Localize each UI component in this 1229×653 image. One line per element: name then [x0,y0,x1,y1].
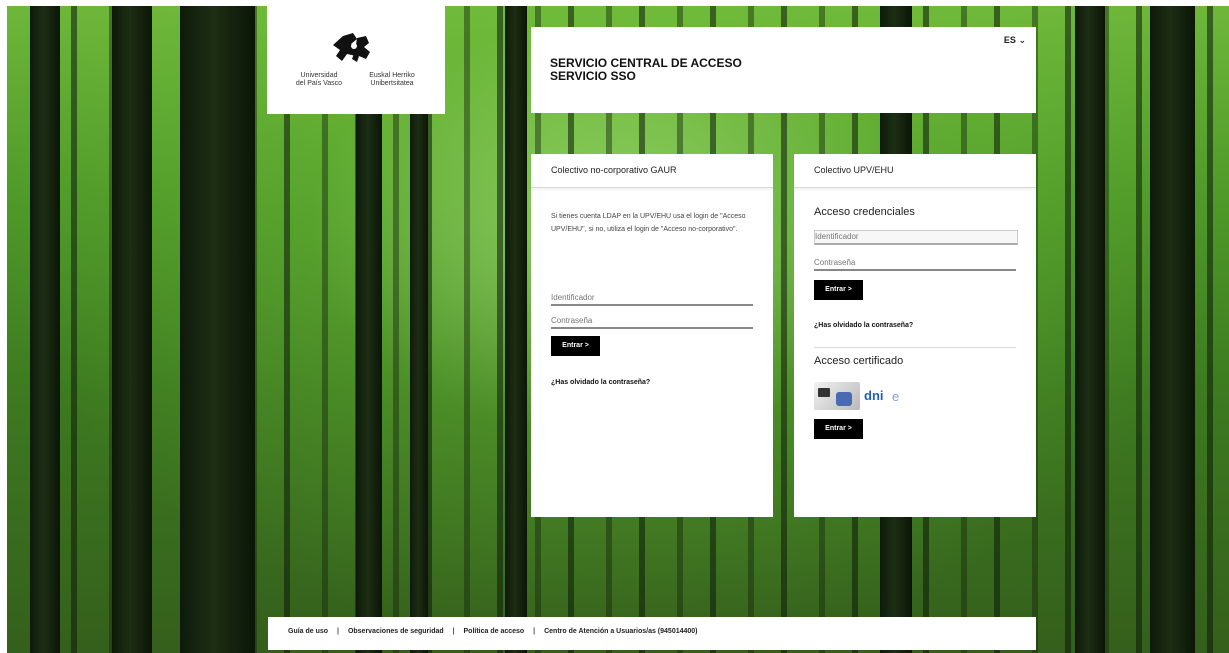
card-chip-icon [818,388,830,397]
certificate-logos: dni e [814,382,914,410]
page-frame-top [0,0,1229,6]
login-button[interactable]: Entrar > [814,280,863,300]
password-field[interactable]: Contraseña [551,315,753,329]
section-divider [814,347,1016,348]
logo-text-spanish: Universidad del País Vasco [295,72,343,87]
tree-trunk [180,0,255,653]
language-selector[interactable]: ES ⌄ [1004,35,1026,46]
card-heading: Colectivo UPV/EHU [794,154,1036,188]
footer-links: Guía de uso | Observaciones de seguridad… [288,628,698,635]
card-upv-ehu: Colectivo UPV/EHU Acceso credenciales Id… [794,154,1036,517]
certificate-title: Acceso certificado [814,355,904,367]
tree-trunk [112,0,152,653]
username-field[interactable]: Identificador [551,292,753,306]
credentials-title: Acceso credenciales [814,206,915,218]
dni-e-icon: e [892,389,900,404]
dni-logo: dni [864,388,884,403]
info-note: Si tienes cuenta LDAP en la UPV/EHU usa … [551,213,746,233]
chevron-down-icon: ⌄ [1018,35,1026,45]
footer-separator: | [533,628,536,635]
footer: Guía de uso | Observaciones de seguridad… [268,617,1036,650]
forgot-password-link[interactable]: ¿Has olvidado la contraseña? [551,379,650,386]
logo-text-basque: Euskal Herriko Unibertsitatea [369,72,415,87]
card-photo-icon [836,392,852,406]
footer-separator: | [452,628,455,635]
footer-separator: | [337,628,339,635]
password-field[interactable]: Contraseña [814,257,1016,271]
username-field[interactable]: Identificador [814,230,1018,245]
id-card-icon [814,382,860,410]
login-button[interactable]: Entrar > [551,336,600,356]
forgot-password-link[interactable]: ¿Has olvidado la contraseña? [814,322,913,329]
university-logo: Universidad del País Vasco Euskal Herriko… [267,6,445,114]
tree-trunk [1075,0,1105,653]
page-title-line2: SERVICIO SSO [550,69,636,83]
tree-trunk [1150,0,1195,653]
certificate-login-button[interactable]: Entrar > [814,419,863,439]
tree-trunk [30,0,60,653]
header-panel: SERVICIO CENTRAL DE ACCESO SERVICIO SSO … [531,27,1036,113]
footer-link-policy[interactable]: Política de acceso [464,628,525,635]
footer-link-guide[interactable]: Guía de uso [288,628,328,635]
card-heading: Colectivo no-corporativo GAUR [531,154,773,188]
tree-trunk [505,0,527,653]
footer-link-support[interactable]: Centro de Atención a Usuarios/as (945014… [544,628,697,635]
page-frame-left [0,0,7,653]
university-emblem-icon [333,33,370,62]
page-title: SERVICIO CENTRAL DE ACCESO SERVICIO SSO [550,57,742,83]
language-label: ES [1003,35,1016,45]
card-non-corporate: Colectivo no-corporativo GAUR Si tienes … [531,154,773,517]
footer-link-security[interactable]: Observaciones de seguridad [348,628,444,635]
